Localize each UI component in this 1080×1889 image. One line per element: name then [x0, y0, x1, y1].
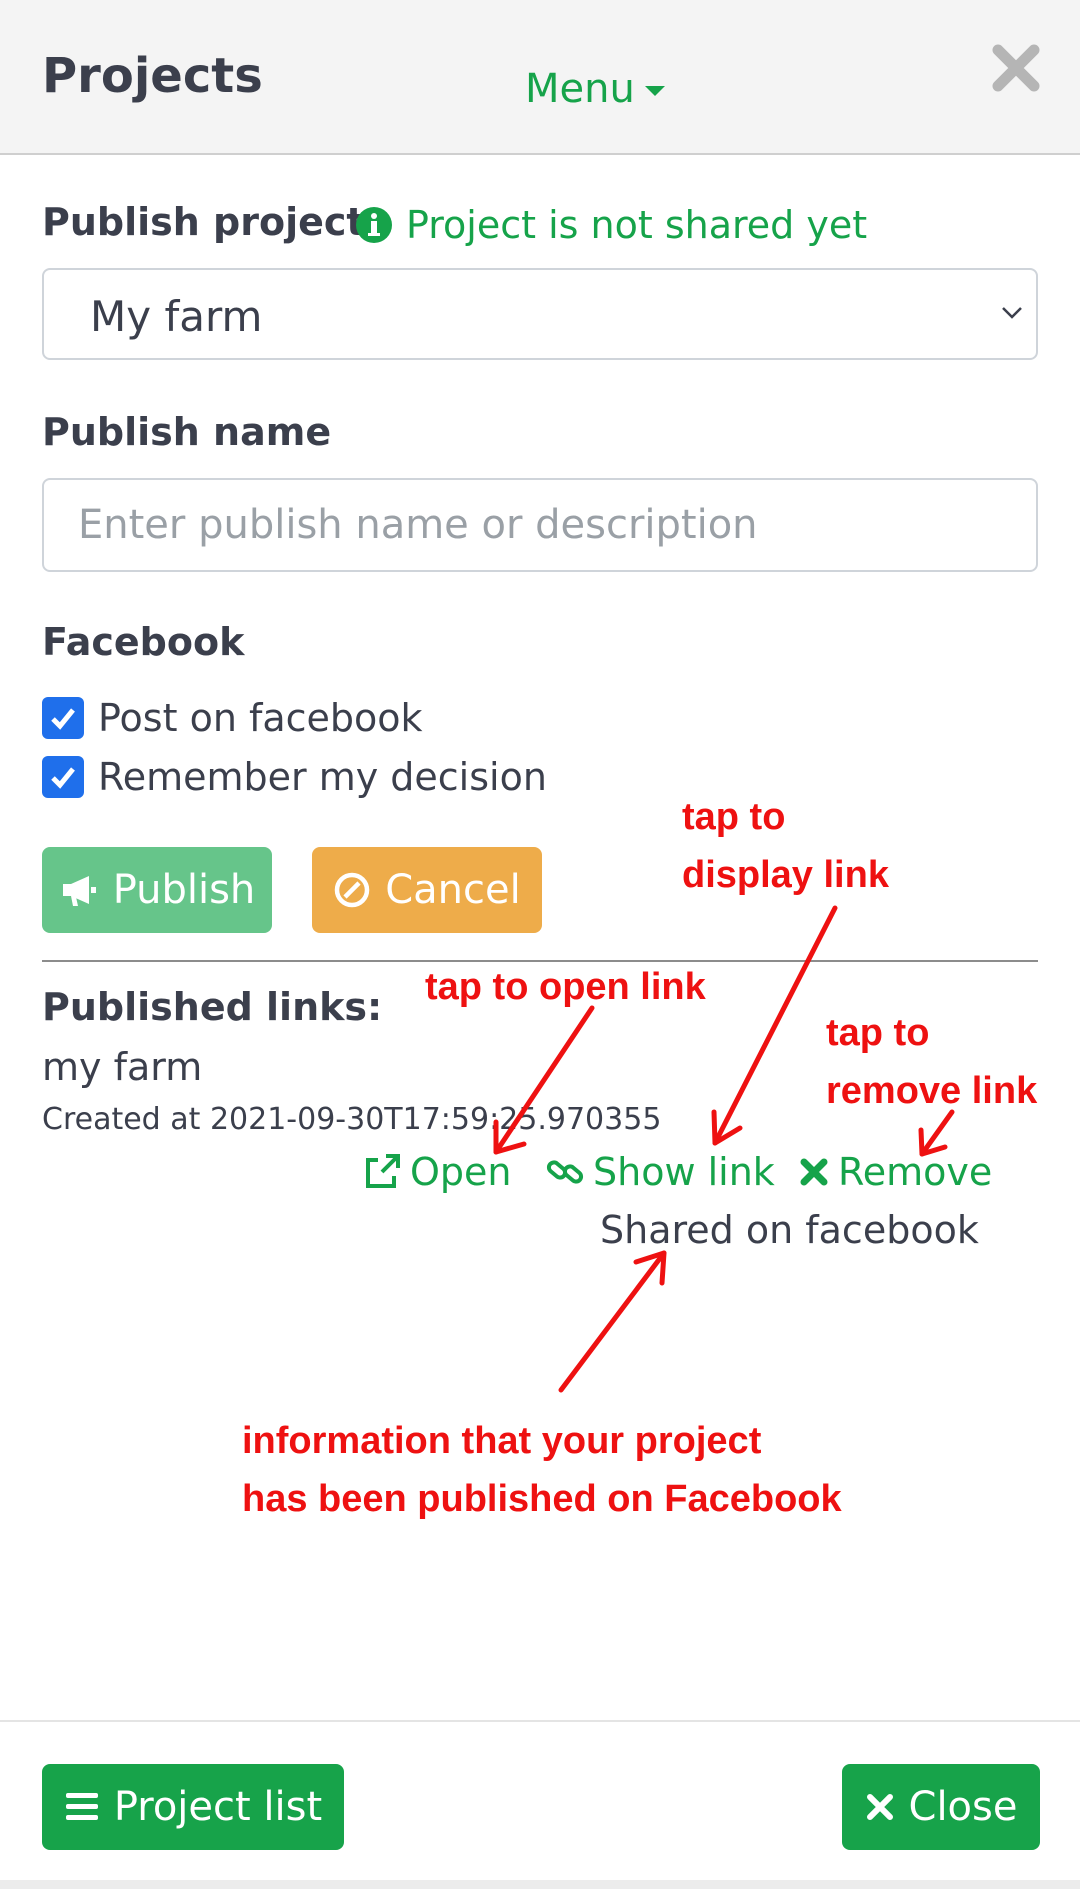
annotation-remove-link: tap to remove link — [826, 1012, 1038, 1112]
published-links-label: Published links: — [42, 985, 383, 1029]
arrow-to-shared-status — [558, 1250, 667, 1393]
megaphone-icon — [62, 876, 96, 906]
cancel-button[interactable]: Cancel — [312, 847, 542, 933]
annotation-display-link: tap to display link — [682, 796, 889, 896]
project-select[interactable]: My farm — [42, 268, 1038, 360]
project-list-label: Project list — [113, 1784, 323, 1830]
project-list-button[interactable]: Project list — [42, 1764, 344, 1850]
checkmark-icon — [51, 708, 75, 730]
info-icon — [356, 207, 392, 243]
times-icon — [800, 1158, 828, 1186]
modal-header: Projects Menu — [0, 0, 1080, 155]
open-link-label: Open — [410, 1150, 512, 1194]
menu-dropdown[interactable]: Menu — [525, 66, 665, 112]
facebook-label: Facebook — [42, 620, 245, 664]
show-link-button[interactable]: Show link — [545, 1150, 775, 1194]
share-status-text: Project is not shared yet — [406, 203, 868, 247]
remember-decision-option[interactable]: Remember my decision — [42, 755, 547, 799]
post-on-facebook-checkbox[interactable] — [42, 697, 84, 739]
footer-divider — [0, 1720, 1080, 1722]
remember-decision-checkbox[interactable] — [42, 756, 84, 798]
chevron-down-icon — [1002, 307, 1022, 319]
times-icon — [866, 1794, 893, 1820]
bottom-strip — [0, 1880, 1080, 1889]
publish-name-label: Publish name — [42, 410, 332, 454]
close-icon[interactable] — [990, 42, 1042, 94]
close-button-label: Close — [908, 1784, 1018, 1830]
page-title: Projects — [42, 48, 263, 104]
remove-link-button[interactable]: Remove — [798, 1150, 992, 1194]
checkmark-icon — [51, 767, 75, 789]
publish-button[interactable]: Publish — [42, 847, 272, 933]
post-on-facebook-option[interactable]: Post on facebook — [42, 696, 423, 740]
open-link-button[interactable]: Open — [362, 1150, 512, 1194]
remember-decision-label: Remember my decision — [98, 755, 547, 799]
remove-link-label: Remove — [838, 1150, 993, 1194]
published-link-created: Created at 2021-09-30T17:59:25.970355 — [42, 1102, 662, 1137]
shared-status: Shared on facebook — [600, 1208, 979, 1252]
arrow-to-show-link — [711, 905, 838, 1146]
close-button[interactable]: Close — [842, 1764, 1040, 1850]
link-icon — [546, 1160, 584, 1184]
annotation-published-info: information that your project has been p… — [242, 1420, 842, 1520]
annotation-open-link: tap to open link — [425, 966, 706, 1008]
share-status: Project is not shared yet — [356, 203, 867, 247]
menu-label: Menu — [525, 66, 635, 112]
cancel-button-label: Cancel — [385, 867, 521, 913]
ban-icon — [334, 872, 370, 908]
caret-down-icon — [644, 86, 665, 96]
publish-project-label: Publish project — [42, 200, 365, 244]
published-link-name: my farm — [42, 1045, 203, 1089]
show-link-label: Show link — [593, 1150, 775, 1194]
publish-name-input[interactable] — [42, 478, 1038, 572]
publish-button-label: Publish — [112, 867, 256, 913]
project-select-value: My farm — [90, 292, 263, 341]
bars-icon — [65, 1793, 98, 1820]
post-on-facebook-label: Post on facebook — [98, 696, 423, 740]
external-link-icon — [366, 1154, 400, 1188]
